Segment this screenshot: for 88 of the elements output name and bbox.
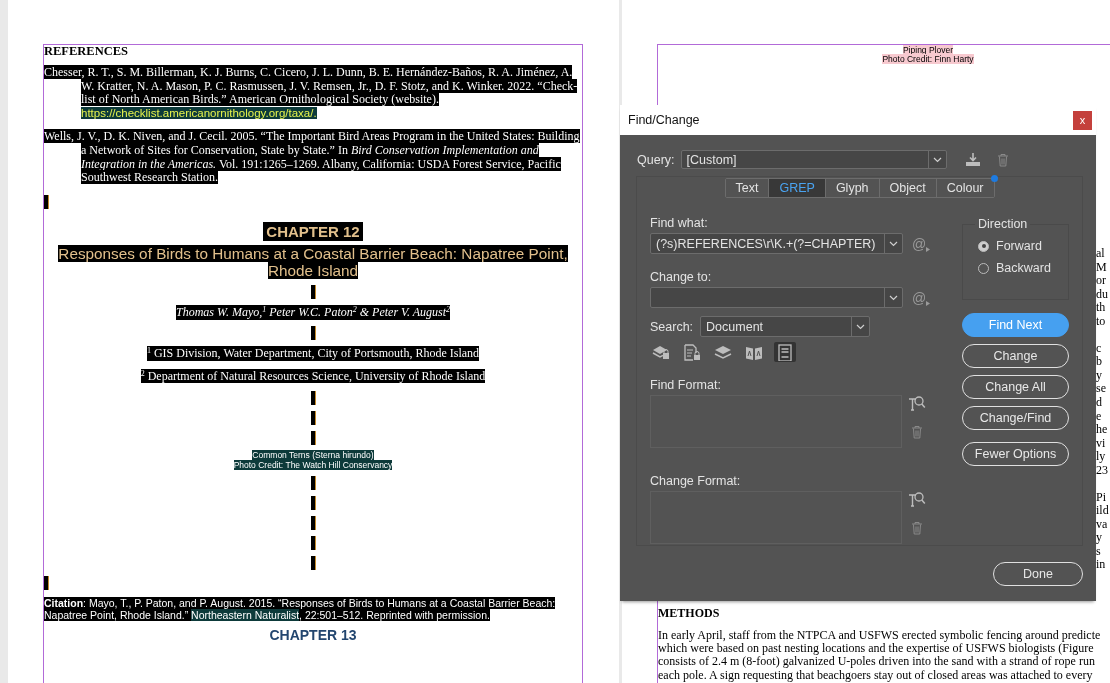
save-icon[interactable] — [964, 152, 981, 167]
change-to-field[interactable] — [650, 287, 903, 308]
body-text-line: y — [1096, 531, 1103, 545]
query-dropdown[interactable]: [Custom] — [680, 150, 947, 169]
field-label: Find Format: — [650, 378, 722, 392]
radio-icon[interactable] — [978, 240, 989, 252]
empty-paragraph-mark — [44, 576, 49, 591]
field-label: Change Format: — [650, 474, 742, 488]
field-label: Change to: — [650, 270, 713, 284]
body-text-line: b — [1096, 355, 1103, 369]
format-search-icon[interactable] — [908, 395, 926, 411]
empty-paragraph-mark — [310, 556, 316, 571]
body-text-line: which were based on past nesting locations and the expertise of USFWS biologists (Figure — [658, 642, 1094, 656]
chevron-icon — [889, 294, 898, 301]
tab[interactable]: Colour — [935, 179, 994, 197]
section-heading: METHODS — [658, 607, 721, 621]
option-toggle[interactable] — [681, 342, 703, 362]
empty-paragraph-mark — [310, 536, 316, 551]
indicator-dot — [990, 175, 998, 182]
body-text-line: se — [1096, 382, 1107, 396]
field-label: Search: — [650, 319, 694, 334]
body-text-line: al — [1096, 247, 1106, 261]
body-text-line: va — [1096, 517, 1109, 532]
empty-paragraph-mark — [310, 411, 316, 426]
trash-icon[interactable] — [911, 425, 923, 439]
body-text-line: du — [1096, 287, 1109, 302]
photo-caption: Photo Credit: The Watch Hill Conservancy — [233, 459, 393, 470]
url-link[interactable]: https://checklist.americanornithology.org/taxa/. — [81, 106, 317, 119]
caret-icon — [926, 246, 931, 252]
body-text-line: s — [1096, 544, 1101, 559]
body-text-line: in — [1096, 558, 1107, 573]
body-text-line: e — [1096, 409, 1103, 424]
body-text-line: ly — [1096, 450, 1107, 464]
body-text-line: M — [1096, 260, 1108, 275]
citation-text: Citation: Mayo, T., P. Paton, and P. August. 2015. “Responses of Birds to Humans at a Coastal Barrier Beach: Napatree Point, Rhode Island.” Northeastern Naturalist, 22:501–512. Reprinted with permission. — [44, 598, 557, 622]
body-text-line: y — [1096, 368, 1103, 383]
empty-paragraph-mark — [310, 516, 316, 531]
empty-paragraph-mark — [44, 194, 49, 209]
tab[interactable]: GREP — [768, 179, 825, 197]
empty-paragraph-mark — [310, 285, 316, 300]
empty-paragraph-mark — [310, 496, 316, 511]
body-text-line: to — [1096, 314, 1107, 329]
format-search-icon[interactable] — [908, 491, 926, 507]
chevron-icon — [932, 156, 942, 163]
query-label: Query: — [637, 152, 675, 167]
body-text-line: each pole. A sign requesting that beachgoers stay out of closed areas was attached to every — [658, 668, 1094, 682]
body-text-line: vi — [1096, 436, 1107, 451]
radio-option[interactable]: Forward — [978, 239, 1042, 253]
photo-caption: Common Terns (Sterna hirundo) — [252, 450, 374, 461]
empty-paragraph-mark — [310, 391, 316, 406]
chevron-icon — [856, 323, 866, 330]
layers-icon — [714, 346, 732, 359]
search-dropdown[interactable]: Document — [700, 316, 871, 337]
open-book-icon — [746, 347, 762, 360]
locked-layers-icon — [652, 346, 669, 359]
photo-caption: Photo Credit: Finn Harty — [882, 54, 974, 64]
body-text-line: In early April, staff from the NTPCA and USFWS erected symbolic fencing around predicte — [658, 629, 1102, 643]
chapter-heading: CHAPTER 12 — [263, 221, 363, 241]
body-text-line: or — [1096, 274, 1107, 288]
close-button[interactable]: x — [1073, 110, 1092, 130]
document-lines-icon — [778, 344, 792, 361]
empty-paragraph-mark — [310, 476, 316, 491]
body-text-line: 23 — [1096, 463, 1109, 478]
radio-option[interactable]: Backward — [978, 261, 1051, 275]
find-what-field[interactable]: (?s)REFERENCES\r\K.+(?=CHAPTER) — [650, 233, 903, 254]
locked-document-icon — [684, 344, 700, 361]
field-label: Find what: — [650, 216, 709, 230]
reference-entry: Wells, J. V., D. K. Niven, and J. Cecil. 2005. “The Important Bird Areas Program in the United States: Building a Network of Sites for Conservation, State by State.” In Bird Conservation Implementation and Integration in the Americas. Vol. 191:1265–1269. Albany, California: USDA Forest Service, Pacific Southwest Research Station. — [44, 130, 581, 185]
body-text-line: ild — [1096, 504, 1110, 518]
chapter-title: Responses of Birds to Humans at a Coastal Barrier Beach: Napatree Point, Rhode Island — [57, 246, 569, 280]
empty-paragraph-mark — [310, 431, 316, 446]
empty-paragraph-mark — [310, 325, 316, 340]
group-label: Direction — [975, 217, 1031, 231]
trash-icon[interactable] — [911, 521, 923, 535]
trash-icon[interactable] — [996, 152, 1009, 167]
chevron-icon — [889, 240, 898, 247]
body-text-line: he — [1096, 423, 1109, 437]
option-toggle[interactable] — [774, 342, 796, 362]
window-title: Find/Change — [628, 113, 700, 127]
reference-entry: Chesser, R. T., S. M. Billerman, K. J. Burns, C. Cicero, J. L. Dunn, B. E. Hernández-Baños, R. A. Jiménez, A. W. Kratter, N. A. Mason, P. C. Rasmussen, J. V. Remsen, Jr., D. F. Stotz, and K. Winker. 2022. “Check-list of North American Birds.” American Ornithological Society (website). https://checklist.americanornithology.org/taxa/. — [44, 66, 579, 121]
body-text-line: d — [1096, 395, 1103, 410]
section-heading: REFERENCES — [44, 45, 130, 57]
body-text-line: c — [1096, 341, 1103, 356]
body-text-line: th — [1096, 301, 1107, 315]
body-text-line: consists of 2.4 m (8-foot) galvanized U-poles driven into the sand with a strand of rope run — [658, 655, 1096, 669]
caret-icon — [926, 300, 931, 306]
chapter-heading: CHAPTER 13 — [269, 627, 357, 644]
body-text-line: Pi — [1096, 490, 1107, 505]
